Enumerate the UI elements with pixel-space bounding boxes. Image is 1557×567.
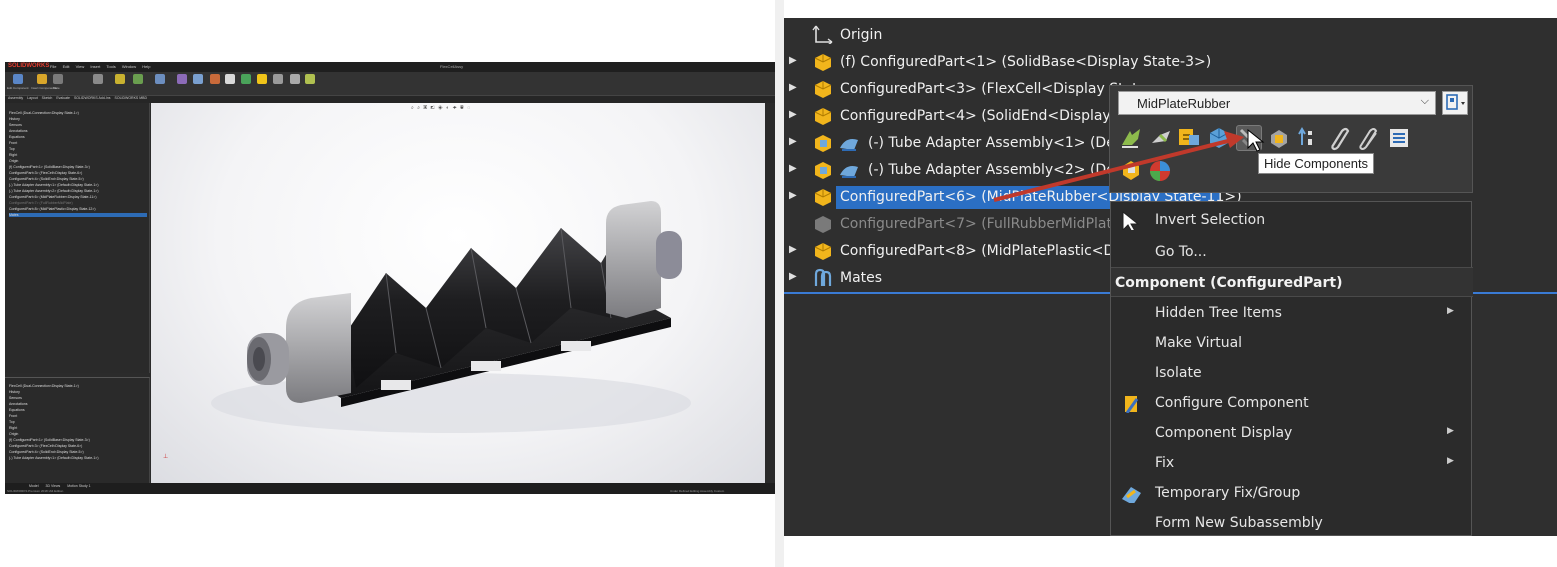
tree-item[interactable]: ConfiguredPart<4> (SolidEnd<Display Stat…	[9, 177, 84, 181]
tree-item[interactable]: FlexCell (Dual-Connection<Display State-…	[9, 384, 79, 388]
tube-adapter-2[interactable]	[656, 231, 682, 279]
tree-item[interactable]: Origin	[9, 159, 18, 163]
tab-3d-views[interactable]: 3D Views	[46, 484, 61, 488]
title-bar: SOLIDWORKS File Edit View Insert Tools W…	[5, 62, 775, 72]
insert-components-icon[interactable]	[37, 74, 47, 84]
tab-sketch[interactable]: Sketch	[42, 96, 53, 100]
ribbon-label: Edit Component	[7, 86, 29, 90]
menu-bar: File Edit View Insert Tools Window Help	[50, 64, 155, 69]
assembly-features-icon[interactable]	[177, 74, 187, 84]
tab-motion-study[interactable]: Motion Study 1	[67, 484, 90, 488]
command-tabs: Assembly Layout Sketch Evaluate SOLIDWOR…	[5, 96, 775, 103]
tree-item[interactable]: Equations	[9, 135, 25, 139]
annotation-arrow-icon	[993, 131, 1244, 202]
tree-item[interactable]: ConfiguredPart<3> (FlexCell<Display Stat…	[9, 171, 82, 175]
tree-item[interactable]: (f) ConfiguredPart<1> (SolidBase<Display…	[9, 438, 90, 442]
move-component-icon[interactable]	[133, 74, 143, 84]
secondary-tree-pane: FlexCell (Dual-Connection<Display State-…	[5, 377, 150, 483]
zoomed-feature-tree-screenshot: Origin ▶ (f) ConfiguredPart<1> (SolidBas…	[784, 18, 1557, 536]
status-text: Under Defined Editing Assembly Custom	[670, 489, 725, 493]
smart-fasteners-icon[interactable]	[115, 74, 125, 84]
menu-insert[interactable]: Insert	[90, 64, 100, 69]
menu-edit[interactable]: Edit	[63, 64, 70, 69]
large-assembly-icon[interactable]	[305, 74, 315, 84]
menu-file[interactable]: File	[50, 64, 56, 69]
mate-icon[interactable]	[53, 74, 63, 84]
motion-study-icon[interactable]	[210, 74, 220, 84]
tree-item[interactable]: ConfiguredPart<7> (FullRubberMidPlate)	[9, 201, 73, 205]
exploded-view-icon[interactable]	[241, 74, 251, 84]
snapshot-icon[interactable]	[290, 74, 300, 84]
tree-item[interactable]: Annotations	[9, 129, 28, 133]
reference-geometry-icon[interactable]	[193, 74, 203, 84]
coordinate-triad-icon: ⊥	[163, 454, 169, 460]
tree-item[interactable]: (-) Tube Adapter Assembly<2> (Default<Di…	[9, 189, 99, 193]
tree-item[interactable]: History	[9, 390, 20, 394]
tree-item[interactable]: ConfiguredPart<6> (MidPlateRubber<Displa…	[9, 195, 96, 199]
feature-manager-tree: FlexCell (Dual-Connection<Display State-…	[5, 103, 150, 373]
menu-tools[interactable]: Tools	[106, 64, 115, 69]
tree-item[interactable]: (-) Tube Adapter Assembly<1> (Default<Di…	[9, 183, 99, 187]
tree-item-selected[interactable]: Mates	[9, 213, 147, 217]
tree-item[interactable]: Top	[9, 420, 15, 424]
pattern-icon[interactable]	[93, 74, 103, 84]
tree-item[interactable]: (-) Tube Adapter Assembly<1> (Default<Di…	[9, 456, 99, 460]
menu-window[interactable]: Window	[122, 64, 136, 69]
panel-divider	[775, 0, 784, 567]
tree-item[interactable]: Annotations	[9, 402, 28, 406]
tree-item[interactable]: (f) ConfiguredPart<1> (SolidBase<Display…	[9, 165, 90, 169]
status-bar: Model 3D Views Motion Study 1 SOLIDWORKS…	[5, 483, 775, 494]
edit-component-icon[interactable]	[13, 74, 23, 84]
tree-item[interactable]: Top	[9, 147, 15, 151]
tree-item[interactable]: Sensors	[9, 396, 22, 400]
document-title: FlexCellAssy	[440, 64, 464, 69]
tree-item[interactable]: ConfiguredPart<4> (SolidEnd<Display Stat…	[9, 450, 84, 454]
task-pane	[765, 103, 775, 483]
tab-model[interactable]: Model	[29, 484, 39, 488]
tree-item[interactable]: FlexCell (Dual-Connection<Display State-…	[9, 111, 79, 115]
tree-item[interactable]: Front	[9, 414, 17, 418]
tree-item[interactable]: Sensors	[9, 123, 22, 127]
instant3d-icon[interactable]	[257, 74, 267, 84]
solidworks-window-screenshot: SOLIDWORKS File Edit View Insert Tools W…	[5, 62, 775, 494]
tree-item[interactable]: Right	[9, 153, 17, 157]
show-hidden-icon[interactable]	[155, 74, 165, 84]
tree-item[interactable]: Origin	[9, 432, 18, 436]
solid-end[interactable]	[606, 201, 661, 318]
tree-item[interactable]: Right	[9, 426, 17, 430]
tree-item[interactable]: Front	[9, 141, 17, 145]
tab-layout[interactable]: Layout	[27, 96, 38, 100]
solidworks-logo: SOLIDWORKS	[8, 63, 50, 69]
command-manager-ribbon: Edit Component Insert Components Mate	[5, 72, 775, 96]
menu-help[interactable]: Help	[142, 64, 150, 69]
tree-item[interactable]: Equations	[9, 408, 25, 412]
solid-base-end[interactable]	[286, 293, 351, 403]
tab-mbd[interactable]: SOLIDWORKS MBD	[115, 96, 147, 100]
version-text: SOLIDWORKS Premium 2018 x64 Edition	[7, 489, 64, 493]
tree-item[interactable]: ConfiguredPart<8> (MidPlatePlastic<Displ…	[9, 207, 96, 211]
tab-evaluate[interactable]: Evaluate	[56, 96, 70, 100]
tree-item[interactable]: ConfiguredPart<3> (FlexCell<Display Stat…	[9, 444, 82, 448]
bom-icon[interactable]	[225, 74, 235, 84]
tab-addins[interactable]: SOLIDWORKS Add-Ins	[74, 96, 111, 100]
tree-item[interactable]: History	[9, 117, 20, 121]
ribbon-label: Mate	[53, 86, 60, 90]
graphics-viewport[interactable]: ⌕ ⌕ ▣ ◩ ◈ ◐ ✦ ◉ ◌ ⊥	[151, 103, 765, 483]
assembly-3d-model[interactable]	[151, 103, 765, 483]
menu-view[interactable]: View	[76, 64, 85, 69]
speedpak-icon[interactable]	[273, 74, 283, 84]
tab-assembly[interactable]: Assembly	[8, 96, 23, 100]
